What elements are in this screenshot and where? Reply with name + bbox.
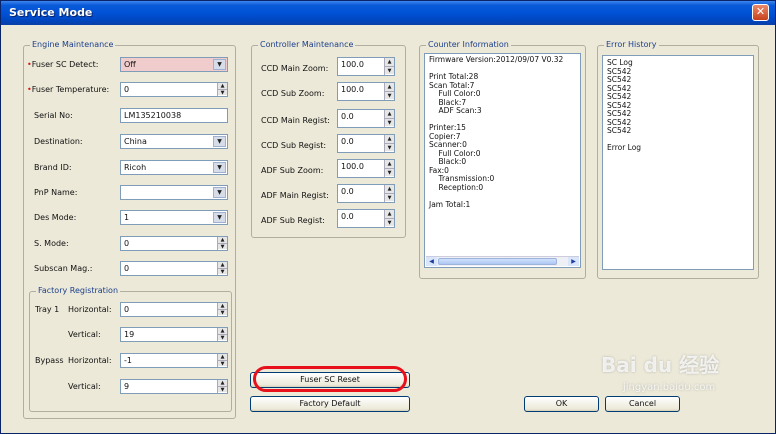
ccd-sub-regist-label: CCD Sub Regist: (261, 141, 327, 150)
fuser-temperature-spinner[interactable]: 0 ▲ ▼ (120, 82, 228, 97)
spinner-arrows-icon[interactable]: ▲ ▼ (384, 185, 394, 202)
counter-line: Reception:0 (429, 182, 484, 192)
ccd-sub-zoom-label: CCD Sub Zoom: (261, 89, 325, 98)
chevron-down-icon[interactable]: ▼ (213, 136, 226, 147)
service-mode-window: Service Mode ✕ Engine Maintenance •Fuser… (0, 0, 776, 434)
adf-sub-regist-label: ADF Sub Regist: (261, 216, 325, 225)
tray1-horizontal-spinner[interactable]: 0 ▲ ▼ (120, 302, 228, 317)
spinner-arrows-icon[interactable]: ▲ ▼ (217, 380, 227, 393)
bypass-horizontal-label: Horizontal: (68, 356, 112, 365)
scroll-left-icon[interactable]: ◀ (426, 257, 437, 266)
watermark-url: jingyan.baidu.com (623, 382, 716, 393)
engine-maintenance-title: Engine Maintenance (30, 40, 116, 49)
scrollbar-thumb[interactable] (438, 258, 557, 265)
close-icon[interactable]: ✕ (752, 4, 769, 21)
s-mode-label: S. Mode: (34, 239, 69, 248)
spinner-arrows-icon[interactable]: ▲ ▼ (384, 160, 394, 177)
spinner-arrows-icon[interactable]: ▲ ▼ (217, 303, 227, 316)
des-mode-label: Des Mode: (34, 213, 77, 222)
ccd-main-regist-label: CCD Main Regist: (261, 116, 330, 125)
adf-sub-zoom-spinner[interactable]: 100.0 ▲ ▼ (337, 159, 395, 178)
counter-information-list[interactable]: Firmware Version:2012/09/07 V0.32 Print … (424, 53, 581, 268)
error-history-list[interactable]: SC Log SC542 SC542 SC542 SC542 SC542 SC542 SC54… (602, 55, 754, 270)
spinner-arrows-icon[interactable]: ▲ ▼ (217, 354, 227, 367)
horizontal-scrollbar[interactable]: ◀ ▶ (426, 256, 579, 266)
highlight-outline (253, 366, 407, 392)
spinner-arrows-icon[interactable]: ▲ ▼ (384, 58, 394, 75)
chevron-down-icon[interactable]: ▼ (213, 162, 226, 173)
spinner-arrows-icon[interactable]: ▲ ▼ (384, 83, 394, 100)
ccd-sub-regist-spinner[interactable]: 0.0 ▲ ▼ (337, 134, 395, 153)
counter-line: Jam Total:1 (429, 199, 471, 209)
bypass-vertical-spinner[interactable]: 9 ▲ ▼ (120, 379, 228, 394)
spinner-arrows-icon[interactable]: ▲ ▼ (217, 328, 227, 341)
bypass-label: Bypass (35, 356, 64, 365)
adf-main-regist-label: ADF Main Regist: (261, 191, 329, 200)
error-line: Error Log (607, 143, 642, 152)
fuser-temperature-label: •Fuser Temperature: (27, 85, 110, 94)
tray1-vertical-label: Vertical: (68, 330, 101, 339)
fuser-sc-detect-label: •Fuser SC Detect: (27, 60, 99, 69)
spinner-arrows-icon[interactable]: ▲ ▼ (384, 135, 394, 152)
brand-id-dropdown[interactable]: Ricoh ▼ (120, 160, 228, 175)
fuser-sc-detect-dropdown[interactable]: Off ▼ (120, 57, 228, 72)
ccd-sub-zoom-spinner[interactable]: 100.0 ▲ ▼ (337, 82, 395, 101)
adf-main-regist-spinner[interactable]: 0.0 ▲ ▼ (337, 184, 395, 203)
subscan-mag-spinner[interactable]: 0 ▲ ▼ (120, 261, 228, 276)
spinner-arrows-icon[interactable]: ▲ ▼ (217, 237, 227, 250)
adf-sub-zoom-label: ADF Sub Zoom: (261, 166, 324, 175)
counter-line: Firmware Version:2012/09/07 V0.32 (429, 55, 564, 64)
baidu-watermark: Bai du 经验 jingyan.baidu.com (601, 349, 719, 393)
serial-no-field[interactable]: LM135210038 (120, 108, 228, 123)
ok-button[interactable]: OK (524, 396, 599, 412)
brand-id-label: Brand ID: (34, 163, 72, 172)
bypass-horizontal-spinner[interactable]: -1 ▲ ▼ (120, 353, 228, 368)
s-mode-spinner[interactable]: 0 ▲ ▼ (120, 236, 228, 251)
ccd-main-zoom-label: CCD Main Zoom: (261, 64, 329, 73)
pnp-name-dropdown[interactable]: ▼ (120, 185, 228, 200)
ccd-main-zoom-spinner[interactable]: 100.0 ▲ ▼ (337, 57, 395, 76)
controller-maintenance-title: Controller Maintenance (258, 40, 356, 49)
error-history-title: Error History (604, 40, 659, 49)
window-title: Service Mode (9, 6, 93, 19)
pnp-name-label: PnP Name: (34, 188, 78, 197)
spinner-arrows-icon[interactable]: ▲ ▼ (217, 83, 227, 96)
chevron-down-icon[interactable]: ▼ (213, 212, 226, 223)
error-line: SC542 (607, 126, 632, 135)
factory-default-button[interactable]: Factory Default (250, 396, 410, 412)
chevron-down-icon[interactable]: ▼ (213, 187, 226, 198)
destination-dropdown[interactable]: China ▼ (120, 134, 228, 149)
chevron-down-icon[interactable]: ▼ (213, 59, 226, 70)
tray1-vertical-spinner[interactable]: 19 ▲ ▼ (120, 327, 228, 342)
counter-information-title: Counter Information (426, 40, 511, 49)
subscan-mag-label: Subscan Mag.: (34, 264, 93, 273)
counter-line: ADF Scan:3 (429, 106, 482, 115)
destination-label: Destination: (34, 137, 83, 146)
tray1-label: Tray 1 (35, 305, 60, 314)
des-mode-dropdown[interactable]: 1 ▼ (120, 210, 228, 225)
watermark-logo-text: Bai du 经验 (601, 353, 720, 377)
factory-registration-title: Factory Registration (36, 286, 121, 295)
adf-sub-regist-spinner[interactable]: 0.0 ▲ ▼ (337, 209, 395, 228)
counter-lines: Firmware Version:2012/09/07 V0.32 Print … (425, 54, 580, 209)
tray1-horizontal-label: Horizontal: (68, 305, 112, 314)
spinner-arrows-icon[interactable]: ▲ ▼ (384, 210, 394, 227)
serial-no-label: Serial No: (34, 111, 73, 120)
cancel-button[interactable]: Cancel (605, 396, 680, 412)
spinner-arrows-icon[interactable]: ▲ ▼ (217, 262, 227, 275)
scroll-right-icon[interactable]: ▶ (568, 257, 579, 266)
ccd-main-regist-spinner[interactable]: 0.0 ▲ ▼ (337, 109, 395, 128)
title-bar: Service Mode ✕ (1, 1, 775, 25)
spinner-arrows-icon[interactable]: ▲ ▼ (384, 110, 394, 127)
error-lines: SC Log SC542 SC542 SC542 SC542 SC542 SC542 SC54… (603, 56, 753, 153)
bypass-vertical-label: Vertical: (68, 382, 101, 391)
